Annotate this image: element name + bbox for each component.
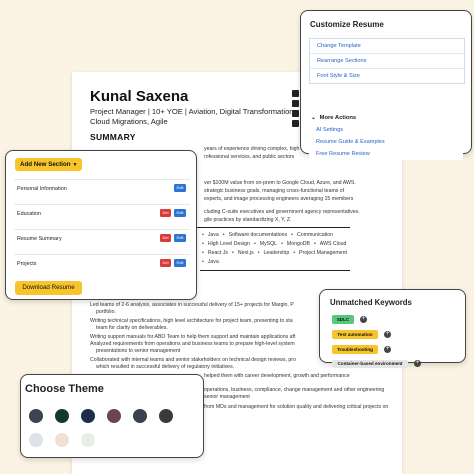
summary-line: cluding C-suite executives and governmen…: [204, 209, 360, 215]
email-icon: [292, 90, 299, 97]
experience-line: Collaborated with internal teams and sen…: [90, 357, 296, 363]
keyword-chip: SDLC: [332, 315, 354, 324]
experience-line: team for clarity on deliverables.: [96, 325, 168, 331]
experience-line: helped them with career development, gro…: [204, 373, 350, 379]
chevron-down-icon: ⌄: [311, 115, 317, 121]
more-actions-toggle[interactable]: ⌄ More Actions: [311, 114, 356, 121]
experience-line: senior management: [204, 394, 250, 400]
add-keyword-icon[interactable]: +: [384, 346, 391, 353]
edit-button[interactable]: Edit: [174, 234, 186, 242]
location-icon: [292, 110, 299, 117]
more-actions-links: AI Settings Resume Guide & Examples Free…: [309, 124, 463, 160]
skills-row: • Java • Software documentations • Communicat…: [202, 232, 334, 238]
delete-button[interactable]: Del: [160, 209, 171, 217]
section-label: Resume Summary: [17, 236, 62, 242]
resume-name: Kunal Saxena: [90, 88, 189, 105]
experience-line: presentations to senior management: [96, 348, 181, 354]
add-keyword-icon[interactable]: +: [414, 360, 421, 367]
summary-line: gile practices by standardizing X, Y, Z.: [204, 217, 292, 223]
keyword-chip: Container-based environment: [332, 360, 408, 368]
free-review-link[interactable]: Free Resume Review: [309, 148, 463, 160]
more-actions-title: More Actions: [319, 115, 357, 121]
theme-swatch[interactable]: [107, 409, 121, 423]
sections-panel: Add New Section ▼ Personal Information Ed…: [5, 150, 197, 300]
keywords-title: Unmatched Keywords: [330, 298, 412, 307]
contact-icons: [292, 90, 300, 130]
edit-button[interactable]: Edit: [174, 259, 186, 267]
keyword-chip: Troubleshooting: [332, 345, 378, 354]
section-row: Projects Del Edit: [14, 254, 190, 276]
customize-resume-panel: Customize Resume Change Template Rearran…: [300, 10, 472, 160]
download-resume-button[interactable]: Download Resume: [15, 281, 82, 295]
phone-icon: [292, 100, 299, 107]
summary-heading: SUMMARY: [90, 132, 136, 142]
skills-row: • Java: [202, 259, 219, 265]
experience-line: from MDs and management for solution qua…: [204, 404, 389, 410]
summary-line: strategic business goals, managing cross…: [204, 188, 345, 194]
section-label: Projects: [17, 261, 37, 267]
theme-swatch[interactable]: [133, 409, 147, 423]
section-label: Education: [17, 211, 41, 217]
experience-line: portfolio.: [96, 309, 116, 315]
delete-button[interactable]: Del: [160, 259, 171, 267]
change-template-link[interactable]: Change Template: [310, 39, 464, 54]
resume-guide-link[interactable]: Resume Guide & Examples: [309, 136, 463, 148]
keyword-chip: Test automation: [332, 330, 378, 339]
experience-line: operations, business, compliance, change…: [204, 387, 385, 393]
theme-swatch[interactable]: [29, 433, 43, 447]
experience-line: Writing technical specifications, high l…: [90, 318, 293, 324]
theme-swatch[interactable]: [81, 409, 95, 423]
experience-line: which resulted in successful delivery of…: [96, 364, 235, 370]
add-keyword-icon[interactable]: +: [360, 316, 367, 323]
experience-line: Led teams of 2-6 analysis, associates in…: [90, 302, 294, 308]
edit-button[interactable]: Edit: [174, 209, 186, 217]
section-row: Resume Summary Del Edit: [14, 229, 190, 251]
summary-line: experts, and image processing engineers …: [204, 196, 354, 202]
add-section-button[interactable]: Add New Section ▼: [15, 158, 82, 171]
experience-line: Analyzed requirements from operations an…: [90, 341, 295, 347]
section-divider: [200, 270, 350, 271]
theme-swatch[interactable]: [55, 433, 69, 447]
delete-button[interactable]: Del: [160, 234, 171, 242]
skills-row: • React Js • Next.js • Leadership • Project Man…: [202, 250, 347, 256]
add-keyword-icon[interactable]: +: [384, 331, 391, 338]
choose-theme-panel: Choose Theme: [20, 374, 204, 458]
linkedin-icon: [292, 120, 299, 127]
add-section-label: Add New Section: [20, 161, 71, 168]
theme-swatch[interactable]: [81, 433, 95, 447]
edit-button[interactable]: Edit: [174, 184, 186, 192]
resume-headline: Project Manager | 10+ YOE | Aviation, Di…: [90, 107, 310, 127]
customize-title: Customize Resume: [310, 20, 384, 29]
unmatched-keywords-panel: Unmatched Keywords SDLC + Test automatio…: [319, 289, 466, 368]
skills-row: • High Level Design • MySQL • MongoDB • AWS Clo…: [202, 241, 347, 247]
customize-links: Change Template Rearrange Sections Font …: [309, 38, 465, 84]
theme-title: Choose Theme: [25, 383, 104, 395]
ai-settings-link[interactable]: AI Settings: [309, 124, 463, 136]
experience-line: Writing support manuals for ABO Team to …: [90, 334, 296, 340]
theme-swatch[interactable]: [159, 409, 173, 423]
section-row: Education Del Edit: [14, 204, 190, 226]
section-label: Personal Information: [17, 186, 67, 192]
rearrange-sections-link[interactable]: Rearrange Sections: [310, 54, 464, 69]
theme-swatch[interactable]: [29, 409, 43, 423]
summary-line: ver $100M value from on-prem to Google C…: [204, 180, 356, 186]
headline-line-1: Project Manager | 10+ YOE | Aviation, Di…: [90, 107, 296, 116]
theme-swatch[interactable]: [55, 409, 69, 423]
font-style-link[interactable]: Font Style & Size: [310, 69, 464, 83]
headline-line-2: Cloud Migrations, Agile: [90, 117, 168, 126]
caret-down-icon: ▼: [72, 162, 78, 168]
section-row: Personal Information Edit: [14, 179, 190, 201]
